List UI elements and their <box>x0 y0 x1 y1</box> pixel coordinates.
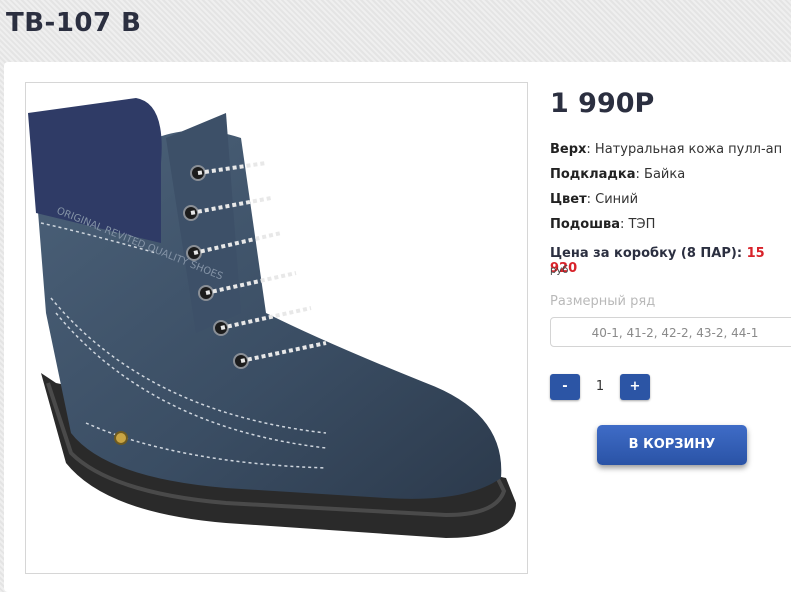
quantity-increase-button[interactable]: + <box>620 374 650 400</box>
spec-value: : ТЭП <box>620 217 656 232</box>
spec-value: : Натуральная кожа пулл-ап <box>586 142 783 157</box>
quantity-input[interactable]: 1 <box>582 374 618 400</box>
box-price-label: Цена за коробку (8 ПАР): <box>550 246 747 261</box>
spec-value: : Байка <box>635 167 686 182</box>
spec-upper: Верх: Натуральная кожа пулл-ап <box>550 142 782 157</box>
spec-value: : Синий <box>586 192 639 207</box>
size-range-label: Размерный ряд <box>550 294 656 309</box>
boot-illustration: ORIGINAL REVITED QUALITY SHOES <box>28 98 516 538</box>
currency-label: руб <box>550 265 569 276</box>
product-title: ТВ-107 В <box>6 8 142 38</box>
spec-sole: Подошва: ТЭП <box>550 217 655 232</box>
size-range-field[interactable]: 40-1, 41-2, 42-2, 43-2, 44-1 <box>550 317 791 347</box>
spec-label: Верх <box>550 142 587 157</box>
spec-label: Подкладка <box>550 167 636 182</box>
box-price: Цена за коробку (8 ПАР): 15 920 <box>550 246 791 276</box>
spec-label: Подошва <box>550 217 621 232</box>
product-image[interactable]: ORIGINAL REVITED QUALITY SHOES <box>25 82 528 574</box>
spec-color: Цвет: Синий <box>550 192 638 207</box>
quantity-decrease-button[interactable]: - <box>550 374 580 400</box>
spec-label: Цвет <box>550 192 587 207</box>
product-price: 1 990Р <box>550 88 655 119</box>
spec-lining: Подкладка: Байка <box>550 167 685 182</box>
add-to-cart-button[interactable]: В КОРЗИНУ <box>597 425 747 465</box>
